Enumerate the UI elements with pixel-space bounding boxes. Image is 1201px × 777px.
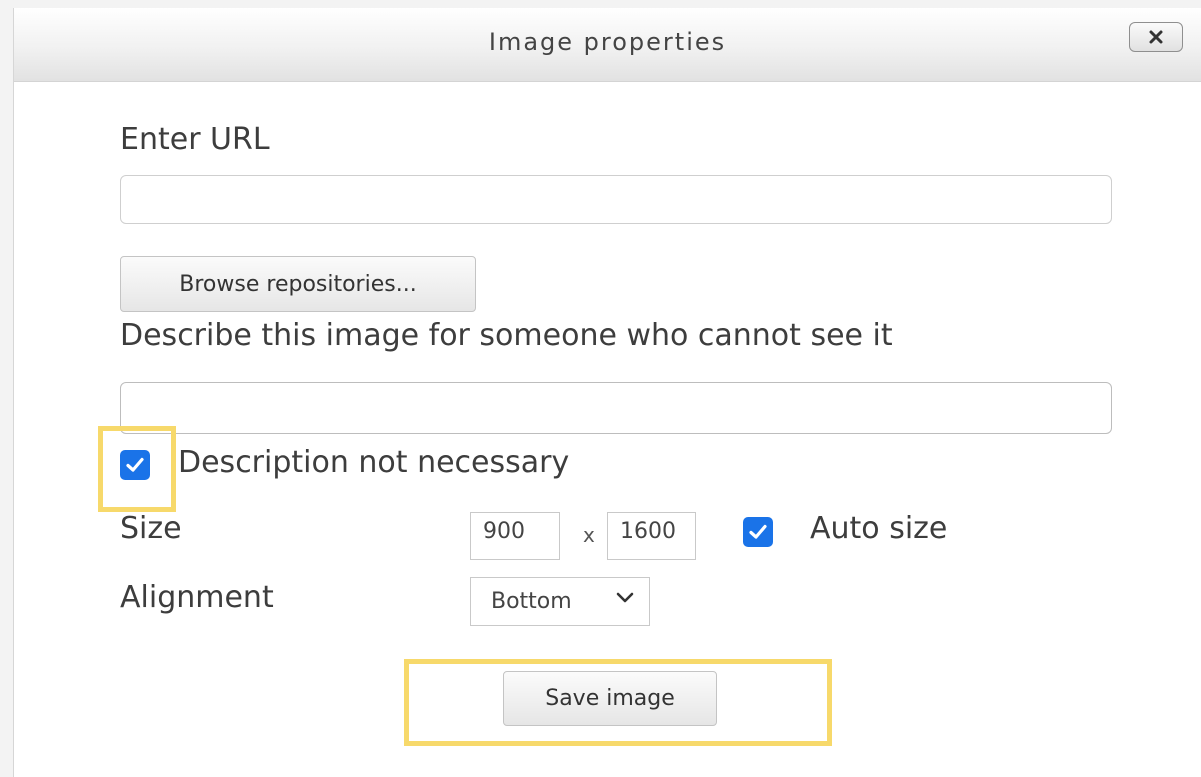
description-input[interactable] (120, 382, 1112, 434)
close-icon (1149, 30, 1163, 44)
url-input[interactable] (120, 175, 1112, 224)
dialog-title: Image properties (488, 28, 727, 56)
browse-repositories-button[interactable]: Browse repositories... (120, 256, 476, 312)
width-input[interactable]: 900 (470, 512, 560, 560)
description-label: Describe this image for someone who cann… (120, 318, 893, 353)
checkmark-icon (749, 524, 767, 539)
url-label: Enter URL (120, 122, 270, 157)
size-label: Size (120, 511, 182, 546)
description-not-necessary-label: Description not necessary (178, 445, 570, 480)
auto-size-checkbox[interactable] (743, 517, 773, 547)
alignment-label: Alignment (120, 580, 274, 615)
auto-size-label: Auto size (810, 511, 948, 546)
close-button[interactable] (1129, 22, 1183, 52)
save-image-button[interactable]: Save image (503, 671, 717, 726)
height-input[interactable]: 1600 (607, 512, 696, 560)
alignment-selected-value: Bottom (491, 589, 572, 614)
checkmark-icon (126, 457, 144, 472)
description-not-necessary-checkbox[interactable] (120, 450, 150, 480)
size-times-symbol: x (583, 523, 595, 547)
image-properties-dialog: Image properties Enter URL Browse reposi… (13, 8, 1201, 777)
chevron-down-icon (616, 592, 634, 603)
dialog-titlebar: Image properties (14, 8, 1201, 82)
alignment-select[interactable]: Bottom (470, 577, 650, 626)
